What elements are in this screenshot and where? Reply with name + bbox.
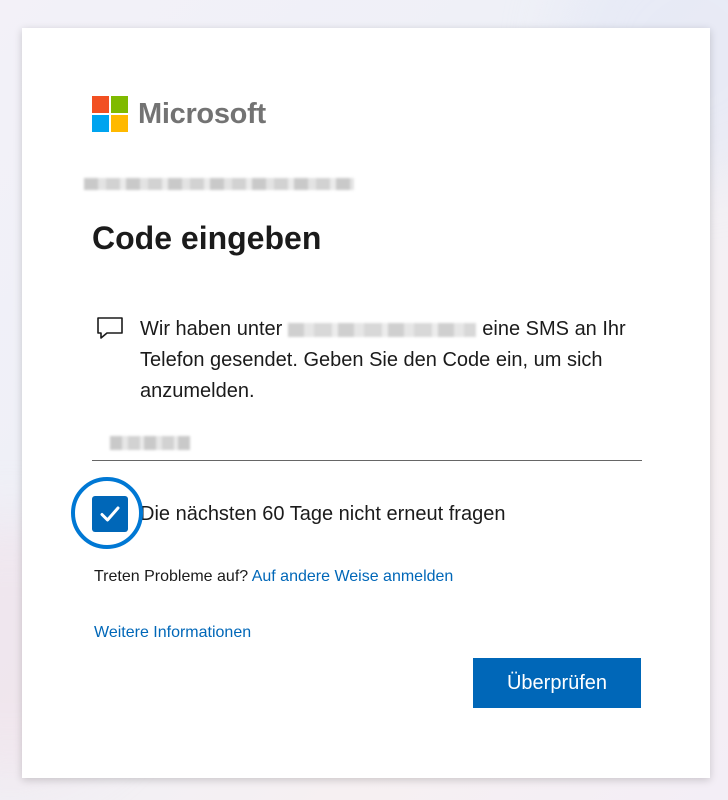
remember-checkbox[interactable] <box>71 477 143 549</box>
message-text-start: Wir haben unter <box>140 318 283 340</box>
microsoft-logo-icon <box>92 96 128 132</box>
account-identifier-redacted <box>84 178 354 190</box>
microsoft-logo: Microsoft <box>92 96 266 132</box>
brand-name: Microsoft <box>138 97 266 130</box>
sms-message: Wir haben unter eine SMS an Ihr Telefon g… <box>140 314 650 407</box>
focus-ring <box>71 477 143 549</box>
sign-in-card: Microsoft Code eingeben Wir haben unter e… <box>22 28 710 778</box>
verify-button[interactable]: Überprüfen <box>473 658 641 708</box>
remember-label: Die nächsten 60 Tage nicht erneut fragen <box>140 502 506 525</box>
more-info-link[interactable]: Weitere Informationen <box>94 624 251 642</box>
page-title: Code eingeben <box>92 220 322 256</box>
trouble-row: Treten Probleme auf? Auf andere Weise an… <box>94 568 453 586</box>
remember-me-row[interactable]: Die nächsten 60 Tage nicht erneut fragen <box>71 477 506 549</box>
trouble-text: Treten Probleme auf? <box>94 568 249 585</box>
code-value-redacted <box>110 436 190 450</box>
message-bubble-icon <box>97 317 123 339</box>
phone-number-redacted <box>288 322 477 337</box>
alternate-sign-in-link[interactable]: Auf andere Weise anmelden <box>252 568 454 585</box>
